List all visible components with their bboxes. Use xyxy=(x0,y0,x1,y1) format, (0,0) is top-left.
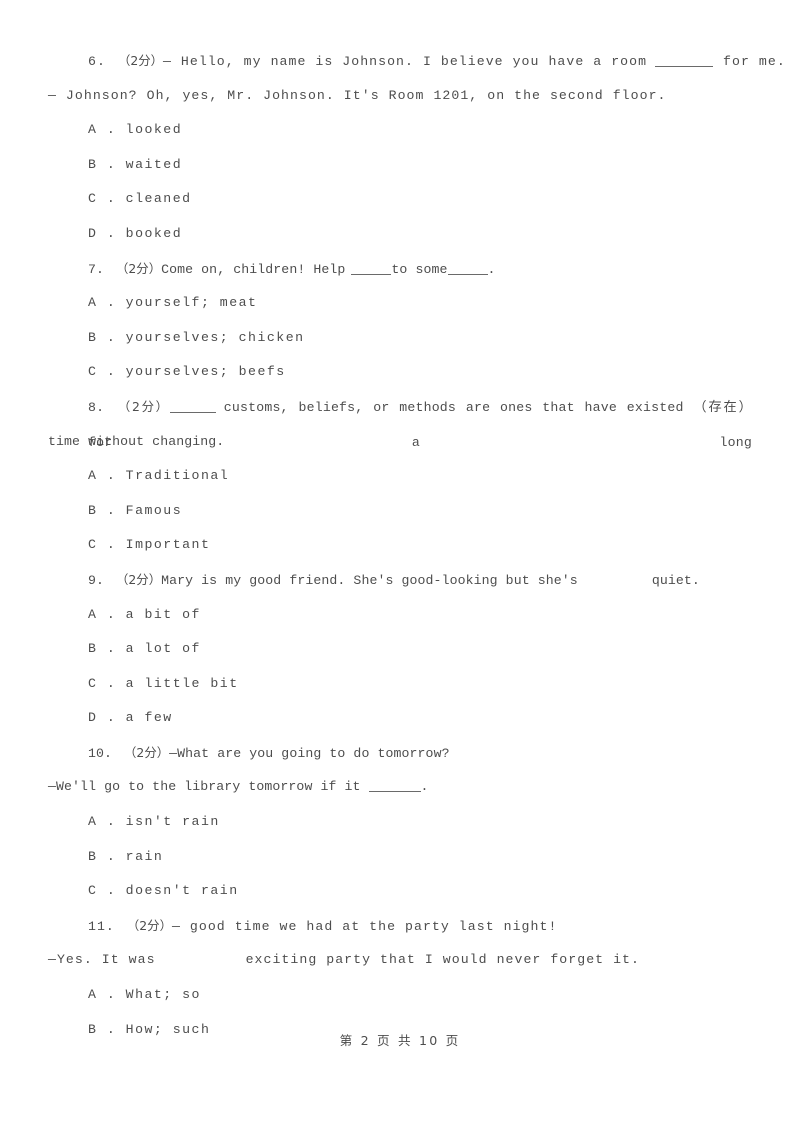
question-7-blank-1[interactable] xyxy=(351,263,392,275)
question-8-blank[interactable] xyxy=(169,401,216,413)
question-6-option-b[interactable]: B . waited xyxy=(48,148,752,183)
question-6-option-a[interactable]: A . looked xyxy=(48,113,752,148)
question-10-option-b[interactable]: B . rain xyxy=(48,840,752,875)
question-9-stem-prefix: Mary is my good friend. She's good-looki… xyxy=(161,572,578,588)
question-9-marks: （2分） xyxy=(116,571,162,587)
question-9-stem-suffix: quiet. xyxy=(651,572,700,588)
question-11-stem-text: — good time we had at the party last nig… xyxy=(171,918,558,934)
question-7-stem-a: Come on, children! Help xyxy=(161,261,346,277)
question-6-marks: （2分） xyxy=(117,53,163,68)
question-6-stem-suffix: for me. xyxy=(723,54,786,69)
question-8-stem-line-1: 8. （2分） customs, beliefs, or methods are o… xyxy=(48,390,752,450)
question-7-marks: （2分） xyxy=(116,260,162,276)
question-9-option-c[interactable]: C . a little bit xyxy=(48,667,752,702)
question-6-stem-line-2: — Johnson? Oh, yes, Mr. Johnson. It's Ro… xyxy=(48,87,667,103)
question-7-option-c[interactable]: C . yourselves; beefs xyxy=(48,355,752,390)
question-list: 6. （2分）— Hello, my name is Johnson. I bel… xyxy=(48,44,785,1047)
question-8-marks: （2分） xyxy=(116,398,170,414)
question-9-option-d[interactable]: D . a few xyxy=(48,701,752,736)
question-11-marks: （2分） xyxy=(126,917,172,933)
question-11-stem-line-1: 11. （2分）— good time we had at the party l… xyxy=(48,909,752,944)
question-10-stem-line-2-prefix: —We'll go to the library tomorrow if it xyxy=(48,779,361,795)
question-8-option-a[interactable]: A . Traditional xyxy=(48,459,752,494)
question-6-option-c[interactable]: C . cleaned xyxy=(48,182,752,217)
question-7-stem-b: to some xyxy=(391,261,448,277)
question-10-option-a[interactable]: A . isn't rain xyxy=(48,805,752,840)
question-6-stem-line-1: 6. （2分）— Hello, my name is Johnson. I bel… xyxy=(48,44,785,79)
question-10-stem-line-1: 10. （2分）—What are you going to do tomorro… xyxy=(48,736,752,771)
document-page: 6. （2分）— Hello, my name is Johnson. I bel… xyxy=(0,0,800,1132)
question-8-option-c[interactable]: C . Important xyxy=(48,528,752,563)
question-10-stem-line-2: —We'll go to the library tomorrow if it. xyxy=(48,770,752,805)
question-11-stem-line-2-suffix: exciting party that I would never forget… xyxy=(245,952,640,968)
question-11-stem-line-2-prefix: —Yes. It was xyxy=(48,952,156,968)
question-6-blank[interactable] xyxy=(655,55,714,67)
page-footer: 第 2 页 共 10 页 xyxy=(339,1033,461,1048)
question-11-option-a[interactable]: A . What; so xyxy=(48,978,752,1013)
question-9-option-b[interactable]: B . a lot of xyxy=(48,632,752,667)
question-9-option-a[interactable]: A . a bit of xyxy=(48,598,752,633)
question-7-option-b[interactable]: B . yourselves; chicken xyxy=(48,321,752,356)
question-6-option-d[interactable]: D . booked xyxy=(48,217,752,252)
question-10-marks: （2分） xyxy=(124,744,170,760)
question-10-blank[interactable] xyxy=(368,780,421,793)
question-7-stem: 7. （2分）Come on, children! Help to some. xyxy=(48,252,752,287)
question-9-number: 9. xyxy=(88,572,105,588)
question-10-option-c[interactable]: C . doesn't rain xyxy=(48,874,752,909)
question-10-stem-text: —What are you going to do tomorrow? xyxy=(169,745,450,761)
question-11-stem-line-2: —Yes. It was exciting party that I would … xyxy=(48,943,752,978)
question-10-stem-line-2-suffix: . xyxy=(420,779,429,795)
question-9-stem: 9. （2分）Mary is my good friend. She's good… xyxy=(48,563,752,598)
question-7-number: 7. xyxy=(88,261,105,277)
question-7-stem-c: . xyxy=(487,261,496,277)
question-8-option-b[interactable]: B . Famous xyxy=(48,494,752,529)
question-11-number: 11. xyxy=(88,918,115,934)
question-6-number: 6. xyxy=(88,54,106,69)
question-10-number: 10. xyxy=(88,745,113,761)
question-6-stem-prefix: — Hello, my name is Johnson. I believe y… xyxy=(163,54,648,69)
question-8-number: 8. xyxy=(88,399,105,415)
question-7-blank-2[interactable] xyxy=(447,263,488,275)
question-7-option-a[interactable]: A . yourself; meat xyxy=(48,286,752,321)
